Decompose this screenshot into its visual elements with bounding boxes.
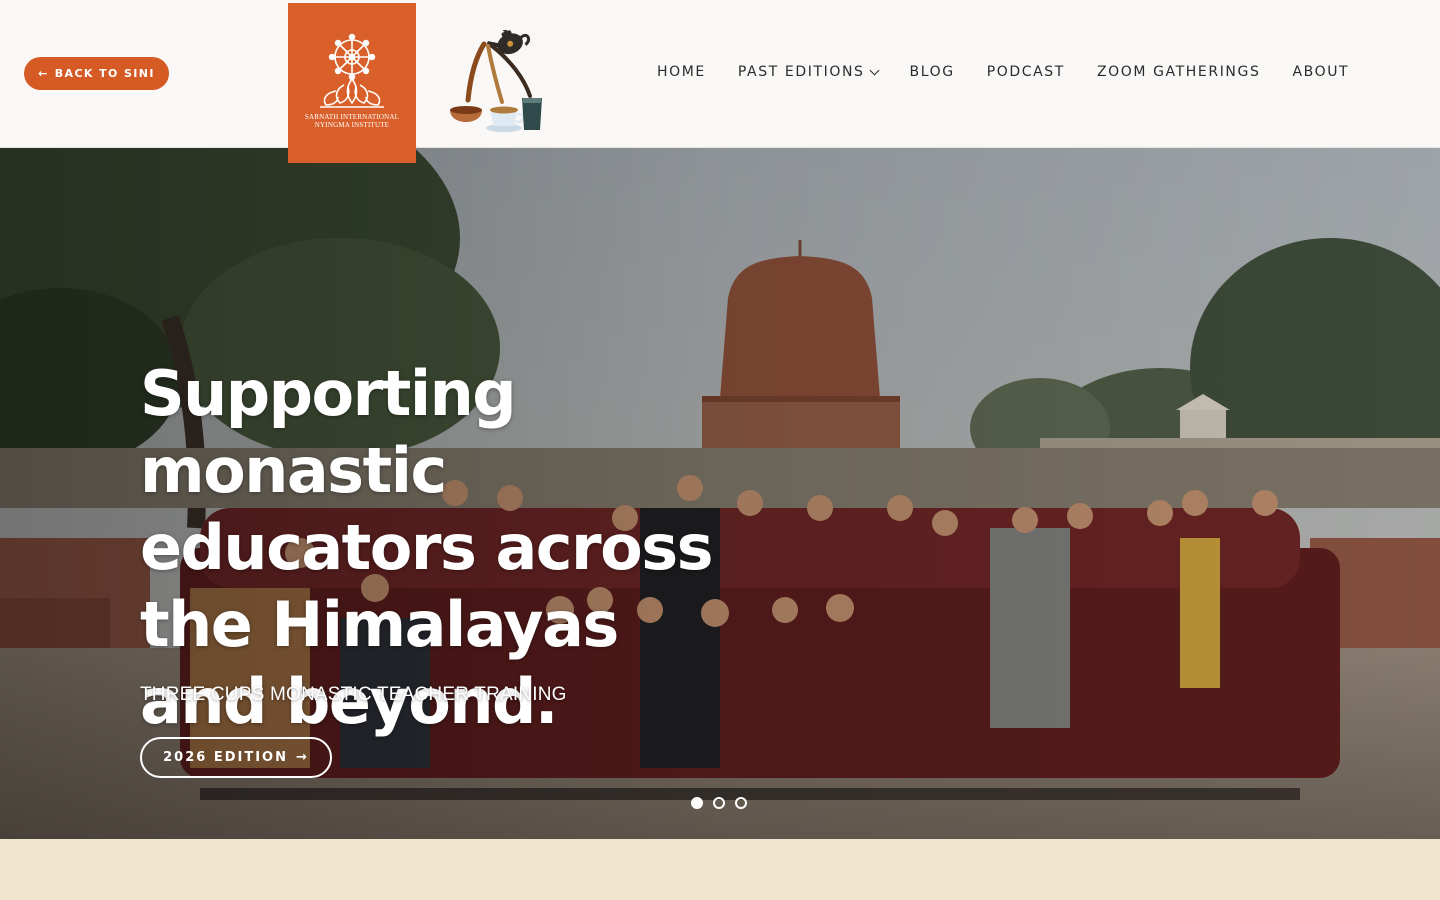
edition-2026-button[interactable]: 2026 EDITION → — [140, 737, 332, 778]
logo-text: SARNATH INTERNATIONAL NYINGMA INSTITUTE — [305, 113, 399, 129]
nav-blog[interactable]: BLOG — [910, 64, 955, 80]
edition-button-label: 2026 EDITION — [163, 750, 288, 765]
nav-about[interactable]: ABOUT — [1292, 64, 1349, 80]
site-header: ← BACK TO SINI SARNATH INTERNATIONAL NYI… — [0, 0, 1440, 163]
nav-zoom-gatherings[interactable]: ZOOM GATHERINGS — [1097, 64, 1261, 80]
logo-text-line1: SARNATH INTERNATIONAL — [304, 113, 400, 121]
main-nav: HOME PAST EDITIONS BLOG PODCAST ZOOM GAT… — [657, 64, 1349, 80]
nav-past-editions[interactable]: PAST EDITIONS — [737, 64, 879, 80]
back-button-label: BACK TO SINI — [54, 67, 155, 80]
arrow-left-icon: ← — [38, 67, 49, 80]
nav-home-label: HOME — [657, 64, 706, 80]
slide-dot-2[interactable] — [713, 797, 725, 809]
slide-dot-1[interactable] — [691, 797, 703, 809]
arrow-right-icon: → — [295, 750, 309, 765]
hero-title: Supporting monastic educators across the… — [140, 357, 714, 738]
back-to-sini-button[interactable]: ← BACK TO SINI — [24, 57, 169, 90]
chevron-down-icon — [869, 65, 879, 75]
slide-dot-3[interactable] — [735, 797, 747, 809]
slider-dots — [691, 797, 747, 809]
content-section — [0, 839, 1440, 900]
hero-subtitle: THREE CUPS MONASTIC TEACHER TRAINING — [140, 684, 567, 705]
nav-past-editions-label: PAST EDITIONS — [737, 64, 865, 80]
nav-podcast-label: PODCAST — [986, 64, 1065, 80]
hero-slider: Supporting monastic educators across the… — [0, 148, 1440, 839]
sini-logo[interactable]: SARNATH INTERNATIONAL NYINGMA INSTITUTE — [288, 3, 416, 163]
nav-home[interactable]: HOME — [657, 64, 706, 80]
three-cups-tea-logo-icon[interactable] — [446, 30, 546, 134]
dharma-wheel-lotus-icon — [320, 33, 384, 108]
logo-text-line2: NYINGMA INSTITUTE — [314, 121, 390, 129]
nav-zoom-gatherings-label: ZOOM GATHERINGS — [1096, 64, 1261, 80]
nav-podcast[interactable]: PODCAST — [987, 64, 1065, 80]
nav-blog-label: BLOG — [909, 64, 955, 80]
nav-about-label: ABOUT — [1292, 64, 1350, 80]
